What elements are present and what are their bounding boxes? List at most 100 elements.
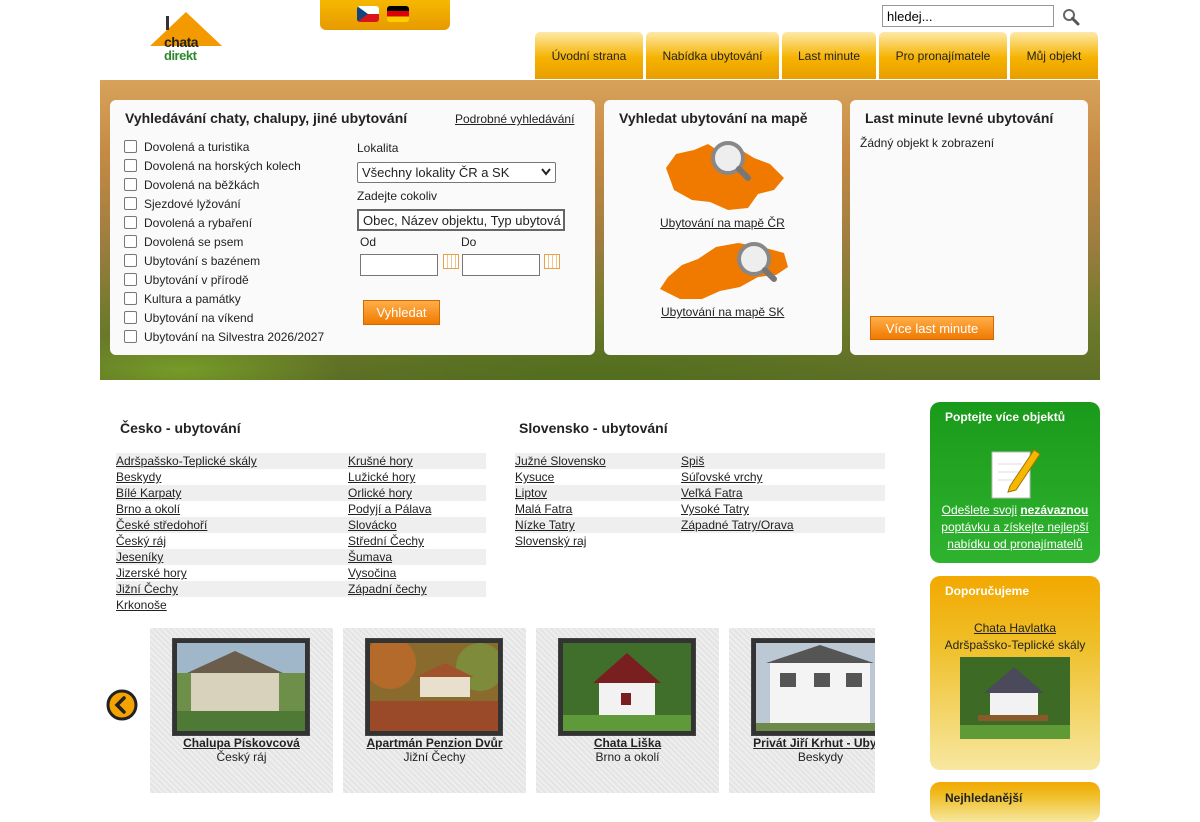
region-link[interactable]: Beskydy <box>116 470 161 484</box>
region-link[interactable]: Šumava <box>348 550 392 564</box>
sk-map-link[interactable]: Ubytování na mapě SK <box>661 305 784 319</box>
region-link[interactable]: Súľovské vrchy <box>681 470 763 484</box>
region-link[interactable]: Lužické hory <box>348 470 415 484</box>
category-checkbox[interactable]: Kultura a památky <box>124 289 241 308</box>
region-link[interactable]: Podyjí a Pálava <box>348 502 431 516</box>
region-link[interactable]: Jižní Čechy <box>116 582 178 596</box>
region-link[interactable]: Adršpašsko-Teplické skály <box>116 454 257 468</box>
more-lastminute-button[interactable]: Více last minute <box>870 316 994 340</box>
nav-pro-pronajimatele[interactable]: Pro pronajímatele <box>879 32 1007 79</box>
offer-card[interactable]: Privát Jiří Krhut - Ubyto Beskydy <box>729 628 875 793</box>
offer-name[interactable]: Privát Jiří Krhut - Ubyto <box>729 736 875 750</box>
region-link[interactable]: Vysoké Tatry <box>681 502 749 516</box>
lastminute-panel-title: Last minute levné ubytování <box>865 110 1054 126</box>
query-input[interactable]: Obec, Název objektu, Typ ubytová <box>357 209 565 231</box>
search-input[interactable] <box>882 5 1054 27</box>
cz-flag-icon[interactable] <box>357 6 379 22</box>
calendar-icon[interactable] <box>443 254 459 269</box>
region-link[interactable]: Brno a okolí <box>116 502 180 516</box>
category-checkbox[interactable]: Ubytování na víkend <box>124 308 253 327</box>
region-link[interactable]: Krkonoše <box>116 598 167 612</box>
category-checkbox[interactable]: Ubytování na Silvestra 2026/2027 <box>124 327 324 346</box>
region-link[interactable]: Západné Tatry/Orava <box>681 518 794 532</box>
checkbox[interactable] <box>124 235 137 248</box>
checkbox[interactable] <box>124 254 137 267</box>
nav-nabidka-ubytovani[interactable]: Nabídka ubytování <box>646 32 779 79</box>
region-link[interactable]: Nízke Tatry <box>515 518 575 532</box>
offer-card[interactable]: Chalupa Pískovcová Český ráj <box>150 628 333 793</box>
category-checkbox[interactable]: Ubytování v přírodě <box>124 270 249 289</box>
offer-region: Český ráj <box>216 750 267 764</box>
locality-select[interactable]: Všechny lokality ČR a SK <box>357 162 556 183</box>
category-checkbox[interactable]: Sjezdové lyžování <box>124 194 241 213</box>
offer-card[interactable]: Apartmán Penzion Dvůr Jižní Čechy <box>343 628 526 793</box>
region-link[interactable]: Bílé Karpaty <box>116 486 181 500</box>
checkbox[interactable] <box>124 197 137 210</box>
inquiry-text[interactable]: Odešlete svoji nezávaznou poptávku a zís… <box>938 502 1092 553</box>
category-checkbox[interactable]: Ubytování s bazénem <box>124 251 260 270</box>
de-flag-icon[interactable] <box>387 6 409 22</box>
region-link[interactable]: Český ráj <box>116 534 166 548</box>
checkbox[interactable] <box>124 178 137 191</box>
region-link[interactable]: Orlické hory <box>348 486 412 500</box>
chatadirekt-logo[interactable]: chata direkt <box>150 12 222 66</box>
cz-map-icon[interactable] <box>662 138 788 217</box>
offer-photo[interactable] <box>365 638 503 736</box>
search-submit-button[interactable]: Vyhledat <box>363 300 440 325</box>
category-checkbox[interactable]: Dovolená a turistika <box>124 137 249 156</box>
advanced-search-link[interactable]: Podrobné vyhledávání <box>455 112 574 126</box>
sk-map-icon[interactable] <box>658 237 792 306</box>
from-label: Od <box>360 235 377 249</box>
region-link[interactable]: Južné Slovensko <box>515 454 606 468</box>
region-link[interactable]: Jizerské hory <box>116 566 187 580</box>
map-panel: Vyhledat ubytování na mapě Ubytování na … <box>604 100 842 355</box>
region-link[interactable]: Kysuce <box>515 470 554 484</box>
category-checkbox[interactable]: Dovolená a rybaření <box>124 213 252 232</box>
recommend-name-link[interactable]: Chata Havlatka <box>930 621 1100 635</box>
checkbox[interactable] <box>124 159 137 172</box>
offer-region: Beskydy <box>797 750 844 764</box>
cz-map-link[interactable]: Ubytování na mapě ČR <box>660 216 785 230</box>
region-link[interactable]: Západní čechy <box>348 582 427 596</box>
region-link[interactable]: Vysočina <box>348 566 396 580</box>
region-link[interactable]: Jeseníky <box>116 550 163 564</box>
offer-card[interactable]: Chata Liška Brno a okolí <box>536 628 719 793</box>
sk-regions-title: Slovensko - ubytování <box>519 420 668 436</box>
checkbox[interactable] <box>124 140 137 153</box>
date-to-input[interactable] <box>462 254 540 276</box>
offer-photo[interactable] <box>751 638 875 736</box>
category-checkbox[interactable]: Dovolená na běžkách <box>124 175 259 194</box>
pencil-note-icon[interactable] <box>990 446 1041 503</box>
category-checkbox[interactable]: Dovolená se psem <box>124 232 243 251</box>
category-checkbox[interactable]: Dovolená na horských kolech <box>124 156 301 175</box>
checkbox[interactable] <box>124 273 137 286</box>
region-link[interactable]: Střední Čechy <box>348 534 424 548</box>
checkbox[interactable] <box>124 216 137 229</box>
region-link[interactable]: Liptov <box>515 486 547 500</box>
offer-name[interactable]: Chalupa Pískovcová <box>150 736 333 750</box>
region-link[interactable]: Slovenský raj <box>515 534 586 548</box>
region-link[interactable]: Krušné hory <box>348 454 413 468</box>
region-link[interactable]: Veľká Fatra <box>681 486 743 500</box>
region-link[interactable]: Malá Fatra <box>515 502 572 516</box>
nav-muj-objekt[interactable]: Můj objekt <box>1010 32 1098 79</box>
cz-regions-title: Česko - ubytování <box>120 420 241 436</box>
region-link[interactable]: České středohoří <box>116 518 207 532</box>
main-nav: Úvodní strana Nabídka ubytování Last min… <box>535 32 1098 79</box>
region-link[interactable]: Slovácko <box>348 518 397 532</box>
nav-uvodni-strana[interactable]: Úvodní strana <box>535 32 643 79</box>
checkbox[interactable] <box>124 292 137 305</box>
region-link[interactable]: Spiš <box>681 454 704 468</box>
offer-photo[interactable] <box>172 638 310 736</box>
search-icon[interactable] <box>1061 8 1081 26</box>
calendar-icon[interactable] <box>544 254 560 269</box>
date-from-input[interactable] <box>360 254 438 276</box>
offer-photo[interactable] <box>558 638 696 736</box>
recommend-photo[interactable] <box>960 657 1070 739</box>
checkbox[interactable] <box>124 330 137 343</box>
checkbox[interactable] <box>124 311 137 324</box>
nav-last-minute[interactable]: Last minute <box>782 32 876 79</box>
offer-name[interactable]: Chata Liška <box>536 736 719 750</box>
carousel-prev-icon[interactable] <box>106 689 138 721</box>
offer-name[interactable]: Apartmán Penzion Dvůr <box>343 736 526 750</box>
